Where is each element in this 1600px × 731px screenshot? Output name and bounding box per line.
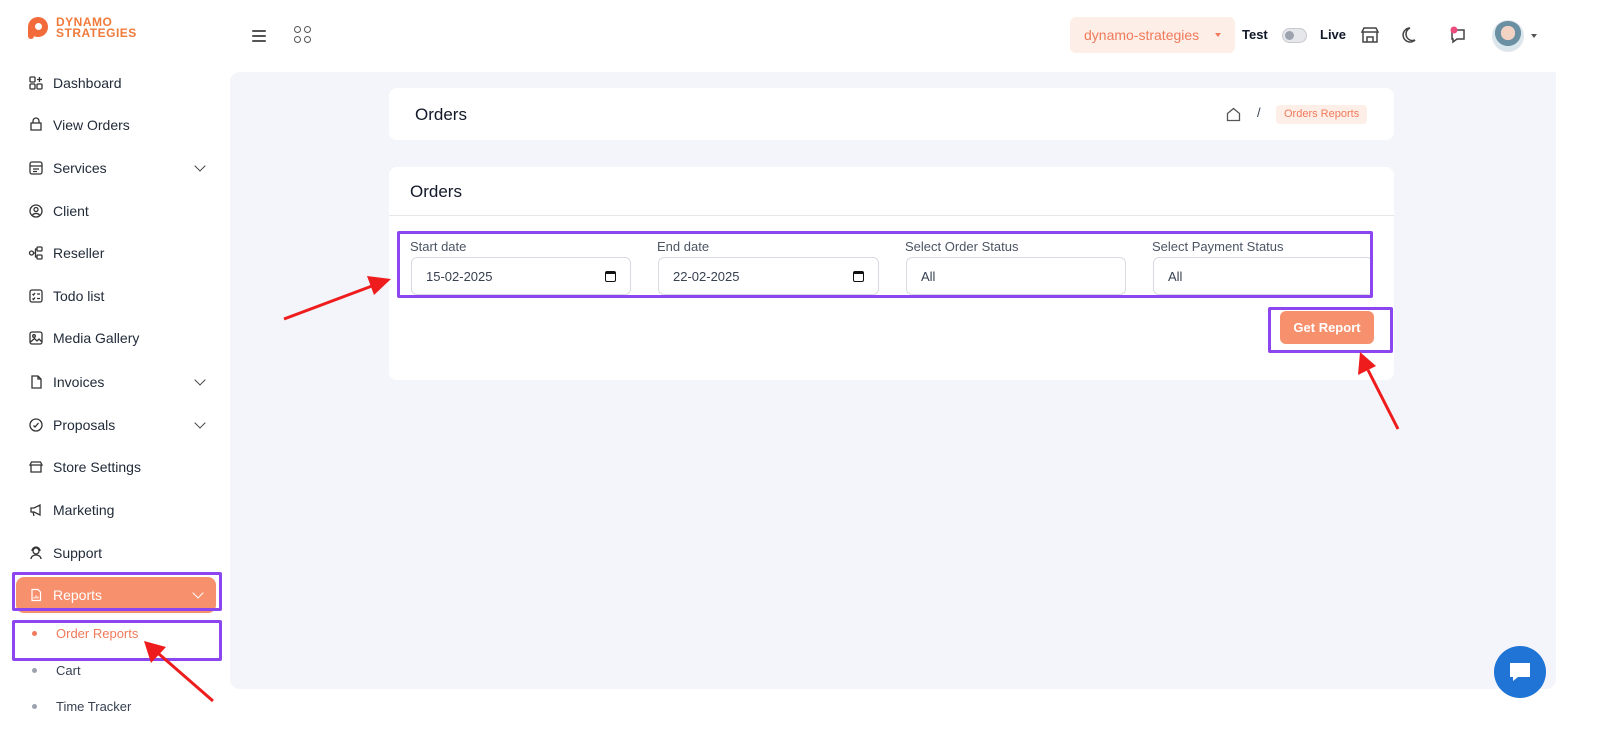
todo-icon: [29, 289, 43, 303]
mode-toggle[interactable]: [1282, 28, 1307, 43]
sidebar-item-client[interactable]: Client: [28, 199, 218, 223]
dark-mode-moon-icon[interactable]: [1400, 24, 1422, 46]
mode-live-label: Live: [1320, 27, 1347, 42]
sidebar-item-label: Media Gallery: [53, 330, 140, 346]
sidebar-subitem-time-tracker[interactable]: Time Tracker: [32, 699, 131, 714]
sidebar-item-label: Proposals: [53, 417, 116, 433]
chat-notification-icon[interactable]: [1447, 24, 1469, 46]
divider: [389, 215, 1394, 216]
sidebar-item-services[interactable]: Services: [28, 156, 218, 180]
home-icon[interactable]: [1225, 106, 1242, 123]
store-select-value: dynamo-strategies: [1084, 27, 1200, 43]
sidebar-item-view-orders[interactable]: View Orders: [28, 113, 218, 137]
reports-highlight-box: [12, 572, 222, 611]
brand-name: DYNAMO STRATEGIES: [56, 16, 137, 40]
sidebar-item-label: Store Settings: [53, 459, 141, 475]
sidebar-subitem-label: Cart: [56, 663, 81, 678]
chevron-down-icon: [194, 416, 206, 429]
page-title: Orders: [415, 105, 467, 124]
sidebar-item-proposals[interactable]: Proposals: [28, 413, 218, 437]
breadcrumb-current: Orders Reports: [1276, 105, 1368, 124]
sidebar-item-label: Invoices: [53, 374, 105, 390]
sidebar-item-todo-list[interactable]: Todo list: [28, 284, 218, 308]
order-reports-highlight-box: [12, 620, 222, 661]
sidebar-item-label: View Orders: [53, 117, 130, 133]
bullet-icon: [32, 668, 37, 673]
top-bar: DYNAMO STRATEGIES dynamo-strategies Test…: [0, 0, 1600, 72]
chevron-down-icon: [194, 373, 206, 386]
chevron-down-icon: [194, 159, 206, 172]
megaphone-icon: [30, 503, 41, 517]
form-title: Orders: [410, 182, 462, 201]
main-content: [230, 72, 1556, 689]
dashboard-icon: [29, 76, 43, 90]
apps-grid-icon[interactable]: [294, 26, 312, 44]
sidebar-item-label: Support: [53, 545, 103, 561]
services-icon: [29, 161, 43, 175]
sidebar-item-label: Marketing: [53, 502, 115, 518]
sidebar-item-media-gallery[interactable]: Media Gallery: [28, 326, 218, 350]
gallery-icon: [29, 331, 43, 345]
mode-test-label: Test: [1242, 27, 1268, 42]
sidebar-item-dashboard[interactable]: Dashboard: [28, 71, 218, 95]
live-chat-button[interactable]: [1494, 646, 1546, 698]
orders-icon: [30, 117, 42, 131]
bullet-icon: [32, 704, 37, 709]
sidebar-item-reseller[interactable]: Reseller: [28, 241, 218, 265]
brand-logo[interactable]: DYNAMO STRATEGIES: [28, 16, 137, 40]
sidebar-item-label: Reseller: [53, 245, 105, 261]
sidebar-item-store-settings[interactable]: Store Settings: [28, 455, 218, 479]
proposal-icon: [29, 418, 43, 432]
sidebar-subitem-cart[interactable]: Cart: [32, 663, 81, 678]
invoice-icon: [31, 375, 42, 389]
brand-line-2: STRATEGIES: [56, 26, 137, 40]
sidebar-item-label: Client: [53, 203, 89, 219]
store-front-icon[interactable]: [1359, 24, 1381, 46]
avatar-caret-icon[interactable]: [1531, 34, 1537, 38]
client-icon: [29, 204, 43, 218]
sidebar-item-label: Dashboard: [53, 75, 122, 91]
sidebar-item-label: Services: [53, 160, 107, 176]
sidebar-subitem-label: Time Tracker: [56, 699, 132, 714]
sidebar-item-label: Todo list: [53, 288, 105, 304]
caret-down-icon: [1215, 33, 1221, 37]
breadcrumb-separator: /: [1257, 105, 1261, 120]
sidebar-item-marketing[interactable]: Marketing: [28, 498, 218, 522]
sidebar-item-invoices[interactable]: Invoices: [28, 370, 218, 394]
store-icon: [28, 461, 44, 473]
filters-highlight-box: [397, 231, 1373, 298]
user-avatar[interactable]: [1492, 20, 1524, 52]
sidebar-item-support[interactable]: Support: [28, 541, 218, 565]
reseller-icon: [28, 246, 43, 260]
menu-toggle-icon[interactable]: [252, 27, 270, 43]
breadcrumb: Orders / Orders Reports: [389, 88, 1394, 140]
store-select[interactable]: dynamo-strategies: [1070, 17, 1235, 53]
chat-bubble-icon: [1510, 663, 1530, 681]
support-icon: [30, 546, 42, 560]
get-report-highlight-box: [1268, 307, 1393, 353]
logo-icon: [28, 17, 48, 39]
